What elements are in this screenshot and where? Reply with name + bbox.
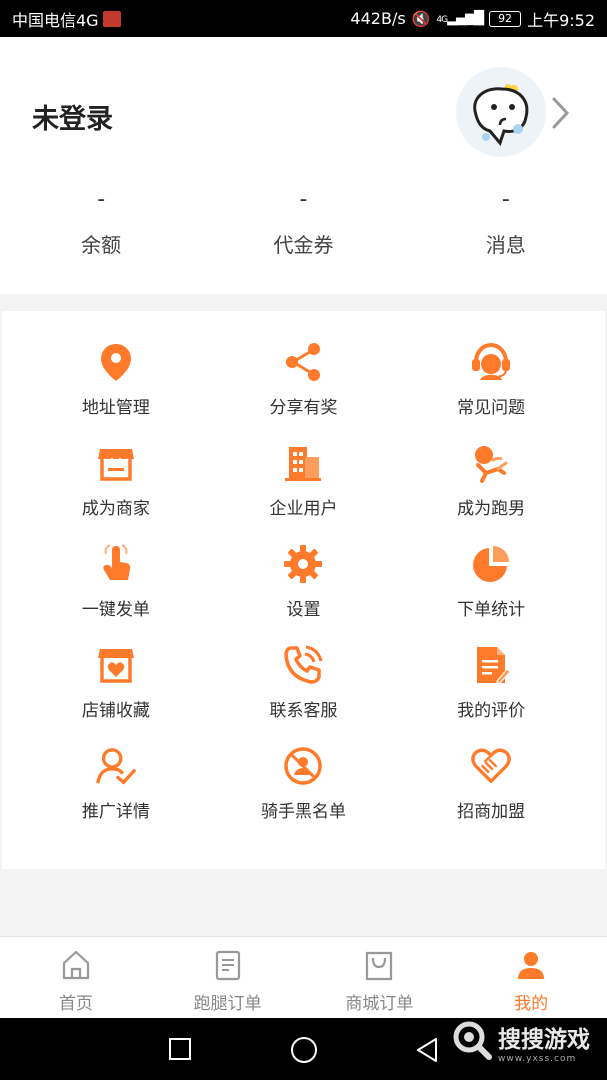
menu-grid: 地址管理 分享有奖 常见问题 成为商家 企业用户 成为跑男 一键发单 设置 下单… xyxy=(22,341,585,836)
pie-chart-icon xyxy=(470,543,512,585)
person-icon xyxy=(515,949,547,985)
menu-item-rider-blacklist[interactable]: 骑手黑名单 xyxy=(210,745,398,836)
blocked-user-icon xyxy=(282,745,324,787)
stat-value: - xyxy=(97,187,106,212)
stat-value: - xyxy=(299,187,308,212)
menu-item-quick-order[interactable]: 一键发单 xyxy=(22,543,210,634)
menu-item-label: 推广详情 xyxy=(81,802,150,822)
menu-item-promotion[interactable]: 推广详情 xyxy=(22,745,210,836)
location-pin-icon xyxy=(95,341,137,383)
avatar[interactable] xyxy=(456,67,546,157)
back-button-icon[interactable] xyxy=(414,1036,440,1068)
tab-errand-orders[interactable]: 跑腿订单 xyxy=(152,937,304,1018)
menu-item-label: 地址管理 xyxy=(81,398,150,418)
stat-vouchers[interactable]: - 代金券 xyxy=(202,187,404,258)
stats-row: - 余额 - 代金券 - 消息 xyxy=(0,187,607,258)
menu-item-reviews[interactable]: 我的评价 xyxy=(397,644,585,735)
home-button-icon[interactable] xyxy=(290,1036,318,1068)
menu-item-label: 下单统计 xyxy=(457,600,526,620)
stat-messages[interactable]: - 消息 xyxy=(405,187,607,258)
tab-label: 我的 xyxy=(514,994,549,1014)
menu-item-merchant[interactable]: 成为商家 xyxy=(22,442,210,533)
mute-icon: 🔇 xyxy=(411,9,431,28)
tab-mall-orders[interactable]: 商城订单 xyxy=(304,937,456,1018)
menu-item-label: 店铺收藏 xyxy=(81,701,150,721)
stat-value: - xyxy=(501,187,510,212)
menu-item-label: 招商加盟 xyxy=(457,802,526,822)
menu-item-favorites[interactable]: 店铺收藏 xyxy=(22,644,210,735)
login-status[interactable]: 未登录 xyxy=(32,97,113,136)
watermark-url: www.yxss.com xyxy=(498,1054,577,1064)
gear-icon xyxy=(282,543,324,585)
profile-header[interactable]: 未登录 - 余额 - 代金券 - 消息 xyxy=(0,37,607,294)
share-icon xyxy=(282,341,324,383)
menu-item-label: 常见问题 xyxy=(457,398,526,418)
menu-item-label: 分享有奖 xyxy=(269,398,338,418)
clock: 上午9:52 xyxy=(527,10,595,30)
stat-label: 余额 xyxy=(81,233,122,257)
menu-item-label: 成为商家 xyxy=(81,499,150,519)
menu-item-enterprise[interactable]: 企业用户 xyxy=(210,442,398,533)
menu-item-label: 成为跑男 xyxy=(457,499,526,519)
stat-label: 代金券 xyxy=(273,233,334,257)
status-bar: 中国电信4G 442B/s 🔇 4G▂▄▆█ 92 上午9:52 xyxy=(0,0,607,37)
stat-label: 消息 xyxy=(485,233,526,257)
menu-item-label: 一键发单 xyxy=(81,600,150,620)
menu-item-label: 我的评价 xyxy=(457,701,526,721)
building-icon xyxy=(282,442,324,484)
tab-mine[interactable]: 我的 xyxy=(455,937,607,1018)
runner-icon xyxy=(470,442,512,484)
tap-hand-icon xyxy=(95,543,137,585)
signal-icon: 4G▂▄▆█ xyxy=(436,11,484,26)
menu-card: 地址管理 分享有奖 常见问题 成为商家 企业用户 成为跑男 一键发单 设置 下单… xyxy=(2,311,605,869)
menu-item-share[interactable]: 分享有奖 xyxy=(210,341,398,432)
bottom-tab-bar: 首页 跑腿订单 商城订单 我的 xyxy=(0,936,607,1018)
recents-button-icon[interactable] xyxy=(168,1037,192,1065)
customer-service-icon xyxy=(470,341,512,383)
phone-call-icon xyxy=(282,644,324,686)
battery-icon: 92 xyxy=(489,10,522,27)
notification-icon xyxy=(102,10,121,27)
tab-home[interactable]: 首页 xyxy=(0,937,152,1018)
menu-item-franchise[interactable]: 招商加盟 xyxy=(397,745,585,836)
menu-item-label: 设置 xyxy=(286,600,321,620)
tab-label: 首页 xyxy=(58,994,93,1014)
home-icon xyxy=(60,949,92,985)
menu-item-contact[interactable]: 联系客服 xyxy=(210,644,398,735)
menu-item-faq[interactable]: 常见问题 xyxy=(397,341,585,432)
order-list-icon xyxy=(212,949,244,985)
watermark: 搜搜游戏 www.yxss.com xyxy=(452,1020,590,1064)
shop-heart-icon xyxy=(95,644,137,686)
stat-balance[interactable]: - 余额 xyxy=(0,187,202,258)
user-check-icon xyxy=(95,745,137,787)
shopping-bag-icon xyxy=(363,949,395,985)
tab-label: 跑腿订单 xyxy=(193,994,262,1014)
handshake-icon xyxy=(470,745,512,787)
network-speed: 442B/s xyxy=(350,9,406,28)
magnifier-logo-icon xyxy=(452,1020,492,1064)
watermark-text: 搜搜游戏 xyxy=(498,1027,590,1053)
menu-item-settings[interactable]: 设置 xyxy=(210,543,398,634)
storefront-icon xyxy=(95,442,137,484)
document-edit-icon xyxy=(470,644,512,686)
menu-item-runner[interactable]: 成为跑男 xyxy=(397,442,585,533)
menu-item-address[interactable]: 地址管理 xyxy=(22,341,210,432)
tab-label: 商城订单 xyxy=(345,994,414,1014)
menu-item-statistics[interactable]: 下单统计 xyxy=(397,543,585,634)
menu-item-label: 联系客服 xyxy=(269,701,338,721)
menu-item-label: 骑手黑名单 xyxy=(260,802,346,822)
menu-item-label: 企业用户 xyxy=(269,499,338,519)
chevron-right-icon[interactable] xyxy=(550,95,572,135)
carrier-text: 中国电信4G xyxy=(12,10,99,30)
